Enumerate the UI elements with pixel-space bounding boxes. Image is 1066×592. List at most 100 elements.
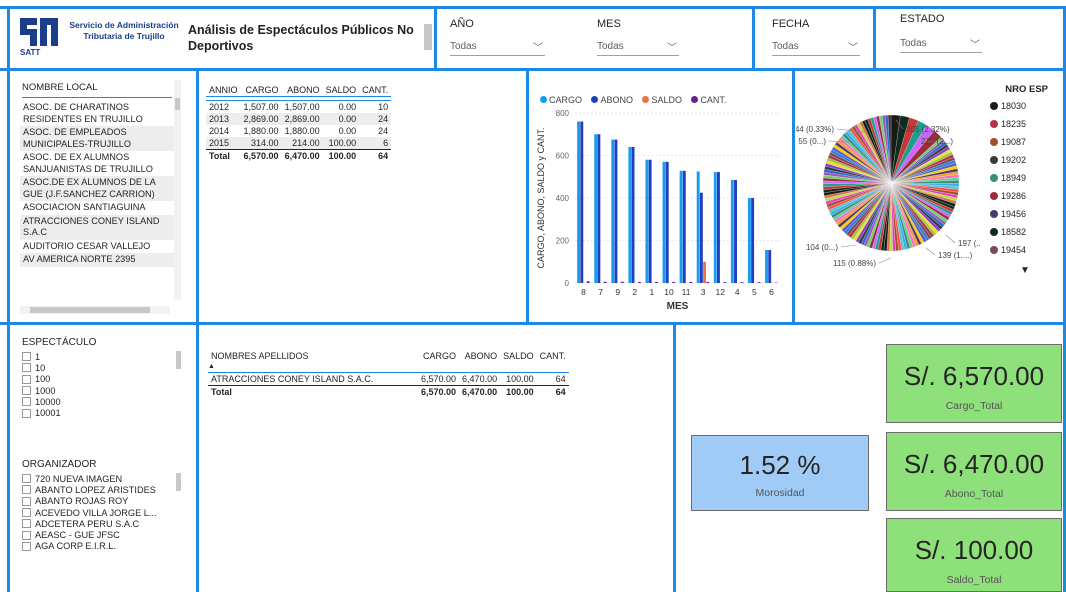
- list-item[interactable]: ASOC. DE CHARATINOS RESIDENTES EN TRUJIL…: [20, 101, 176, 126]
- espectaculo-option[interactable]: 1000: [22, 385, 61, 396]
- bar-abono: [682, 170, 686, 283]
- bar-cant: [757, 282, 761, 283]
- cell: 24: [359, 113, 392, 125]
- pie-annotation: 44 (0.33%): [796, 125, 834, 134]
- col-header-cargo[interactable]: CARGO: [241, 84, 282, 97]
- list-item[interactable]: AV AMERICA NORTE 2395: [20, 253, 176, 267]
- title-scrollbar[interactable]: [424, 24, 432, 50]
- organizador-option[interactable]: ABANTO ROJAS ROY: [22, 496, 157, 507]
- local-list-vscroll-thumb[interactable]: [175, 98, 180, 110]
- bar-cargo: [679, 170, 683, 283]
- col-header-annio[interactable]: ANNIO: [206, 84, 241, 97]
- legend-dot-icon: [990, 120, 998, 128]
- checkbox[interactable]: [22, 352, 31, 362]
- checkbox[interactable]: [22, 386, 31, 396]
- state-slicer-label: ESTADO: [900, 13, 945, 25]
- x-tick-label: 6: [769, 287, 774, 297]
- espectaculo-option[interactable]: 10000: [22, 396, 61, 407]
- checkbox[interactable]: [22, 541, 31, 551]
- organizador-option[interactable]: ADCETERA PERU S.A.C: [22, 518, 157, 529]
- col-header-abono[interactable]: ABONO: [282, 84, 323, 97]
- year-slicer-label: AÑO: [450, 18, 474, 30]
- legend-scroll-down-icon[interactable]: ▼: [990, 265, 1060, 276]
- pie-legend-item[interactable]: 19456: [990, 205, 1060, 223]
- organizador-option[interactable]: ACEVEDO VILLA JORGE L...: [22, 507, 157, 518]
- kpi-abono-value: S/. 6,470.00: [903, 449, 1045, 479]
- organizador-option[interactable]: AGA CORP E.I.R.L.: [22, 541, 157, 552]
- pie-annotation: 139 (1....): [938, 251, 973, 260]
- bar-cargo: [765, 250, 768, 283]
- checkbox[interactable]: [22, 397, 31, 407]
- pie-legend-item[interactable]: 18949: [990, 169, 1060, 187]
- espectaculo-scroll-thumb[interactable]: [176, 351, 181, 369]
- col-header-abono[interactable]: ABONO: [459, 350, 500, 362]
- date-slicer-label: FECHA: [772, 18, 810, 30]
- bar-cant: [655, 281, 658, 283]
- cell: 6,470.00: [462, 373, 498, 384]
- organizador-option[interactable]: ABANTO LOPEZ ARISTIDES: [22, 484, 157, 495]
- divider-header-2: [752, 6, 755, 70]
- cell: 2012: [209, 102, 230, 112]
- checkbox[interactable]: [22, 374, 31, 384]
- checkbox[interactable]: [22, 530, 31, 540]
- checkbox[interactable]: [22, 474, 31, 484]
- year-table: ANNIO CARGO ABONO SALDO CANT. 2012 1,507…: [206, 84, 392, 162]
- checkbox[interactable]: [22, 408, 31, 418]
- espectaculo-option[interactable]: 100: [22, 374, 61, 385]
- pie-legend-item[interactable]: 19286: [990, 187, 1060, 205]
- month-dropdown-value: Todas: [597, 41, 624, 52]
- col-header-cant[interactable]: CANT.: [537, 350, 569, 362]
- bar-abono: [631, 147, 635, 283]
- year-dropdown-value: Todas: [450, 41, 477, 52]
- organizador-option[interactable]: AEASC - GUE JFSC: [22, 529, 157, 540]
- espectaculo-option[interactable]: 10001: [22, 407, 61, 418]
- col-header-saldo[interactable]: SALDO: [500, 350, 537, 362]
- checkbox[interactable]: [22, 508, 31, 518]
- pie-legend-item[interactable]: 18582: [990, 223, 1060, 241]
- organizador-option[interactable]: 720 NUEVA IMAGEN: [22, 473, 157, 484]
- year-dropdown[interactable]: Todas ﹀: [450, 38, 545, 56]
- bar-cant: [620, 281, 624, 283]
- month-dropdown[interactable]: Todas ﹀: [597, 38, 679, 56]
- satt-logo: Servicio de Administración Tributaria de…: [14, 14, 184, 62]
- cell: 6,470.00: [281, 149, 323, 162]
- checkbox[interactable]: [22, 519, 31, 529]
- local-list-vscroll[interactable]: [174, 80, 181, 300]
- cell: 314.00: [240, 137, 282, 150]
- pie-legend-item[interactable]: 18030: [990, 97, 1060, 115]
- list-item[interactable]: ASOC. DE EX ALUMNOS SANJUANISTAS DE TRUJ…: [20, 151, 176, 176]
- bar-cargo: [696, 171, 700, 283]
- cell: 1,880.00: [284, 126, 320, 136]
- pie-legend-title: NRO ESP: [1005, 84, 1048, 95]
- bar-cargo: [747, 198, 751, 283]
- pie-legend-label: 18949: [1001, 173, 1027, 183]
- col-header-saldo[interactable]: SALDO: [323, 84, 360, 97]
- col-header-cant[interactable]: CANT.: [359, 84, 391, 97]
- list-item[interactable]: ASOC. DE EMPLEADOS MUNICIPALES-TRUJILLO: [20, 126, 176, 151]
- col-header-cargo[interactable]: CARGO: [418, 350, 459, 362]
- list-item[interactable]: AUDITORIO CESAR VALLEJO: [20, 240, 176, 254]
- x-tick-label: 7: [598, 287, 603, 297]
- state-dropdown[interactable]: Todas ﹀: [900, 35, 982, 53]
- col-header-nombres[interactable]: NOMBRES APELLIDOS: [208, 350, 418, 362]
- local-list-hscroll-thumb[interactable]: [30, 307, 150, 313]
- organizador-scroll-thumb[interactable]: [176, 473, 181, 491]
- checkbox[interactable]: [22, 485, 31, 495]
- kpi-abono-total: S/. 6,470.00 Abono_Total: [886, 432, 1062, 511]
- list-item[interactable]: ASOCIACION SANTIAGUINA: [20, 201, 176, 215]
- list-item[interactable]: ASOC.DE EX ALUMNOS DE LA GUE (J.F.SANCHE…: [20, 176, 176, 201]
- pie-legend-item[interactable]: 19454: [990, 241, 1060, 259]
- espectaculo-option[interactable]: 10: [22, 362, 61, 373]
- pie-legend-item[interactable]: 18235: [990, 115, 1060, 133]
- pie-legend-item[interactable]: 19087: [990, 133, 1060, 151]
- bar-abono: [665, 161, 669, 283]
- espectaculo-option[interactable]: 1: [22, 351, 61, 362]
- cell: 1,880.00: [243, 126, 279, 136]
- checkbox[interactable]: [22, 496, 31, 506]
- checkbox[interactable]: [22, 363, 31, 373]
- date-dropdown[interactable]: Todas ﹀: [772, 38, 860, 56]
- list-item[interactable]: ATRACCIONES CONEY ISLAND S.A.C: [20, 214, 176, 240]
- legend-dot-icon: [990, 192, 998, 200]
- cell: 2,869.00: [240, 113, 282, 125]
- pie-legend-item[interactable]: 19202: [990, 151, 1060, 169]
